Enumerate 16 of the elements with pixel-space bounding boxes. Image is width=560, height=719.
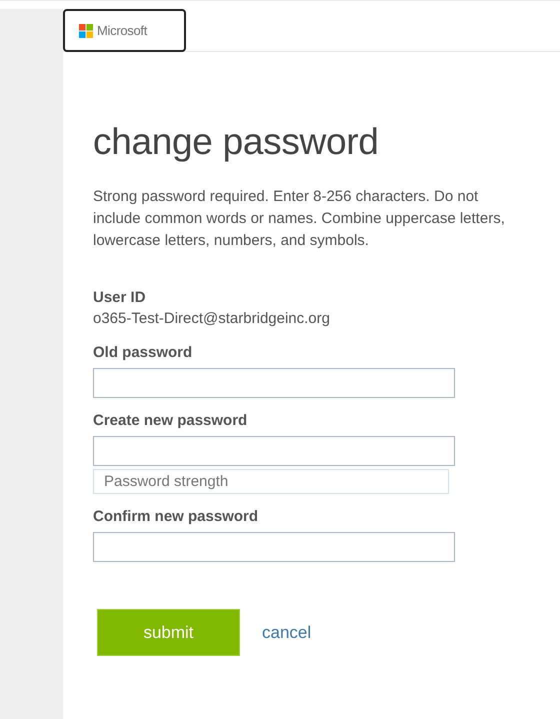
- windows-logo-icon: [79, 24, 93, 38]
- logo[interactable]: Microsoft: [63, 9, 186, 52]
- description: Strong password required. Enter 8-256 characters. Do not include common words or names. Combine uppercase letters, lowercase letters, numbers, and symbols.: [93, 187, 506, 251]
- password-field[interactable]: [93, 368, 455, 398]
- submit-button[interactable]: submit: [97, 609, 240, 656]
- user-id-value: o365-Test-Direct@starbridgeinc.org: [93, 309, 331, 329]
- field-label: Confirm new password: [93, 507, 260, 527]
- field-label: Old password: [93, 343, 194, 363]
- page-title: change password: [93, 120, 380, 164]
- password-field[interactable]: [93, 532, 455, 562]
- cancel-link[interactable]: cancel: [262, 622, 312, 642]
- logo-text: Microsoft: [97, 23, 148, 38]
- password-field[interactable]: [93, 436, 455, 466]
- password-strength-meter: Password strength: [93, 469, 449, 494]
- field-label: User ID: [93, 288, 147, 308]
- field-label: Create new password: [93, 411, 248, 431]
